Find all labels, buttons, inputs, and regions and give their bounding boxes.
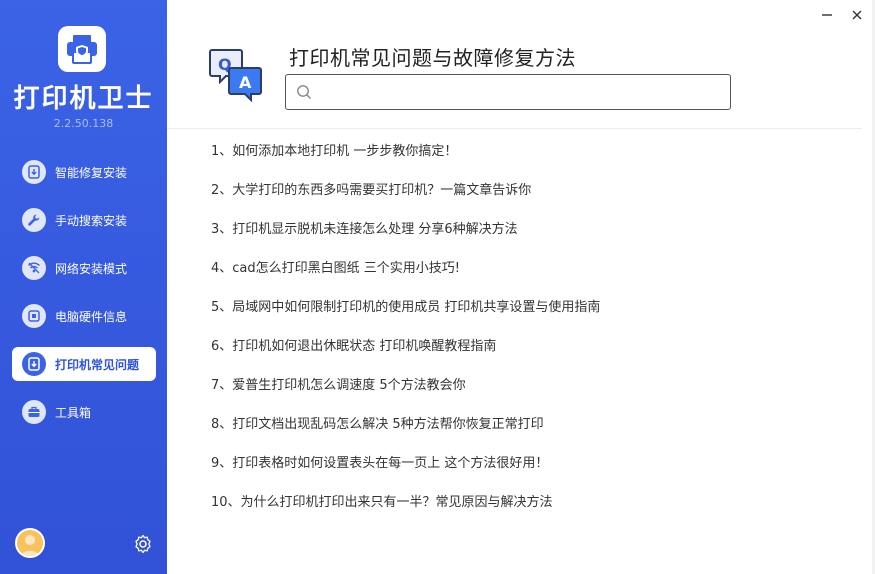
faq-item[interactable]: 8、打印文档出现乱码怎么解决 5种方法帮你恢复正常打印 xyxy=(211,416,851,455)
close-icon xyxy=(852,10,862,20)
sidebar-item-smart-repair[interactable]: 智能修复安装 xyxy=(12,155,156,189)
sidebar: 打印机卫士 2.2.50.138 智能修复安装 手动搜索安装 网络安装模式 电脑… xyxy=(0,0,167,574)
sidebar-item-hardware-info[interactable]: 电脑硬件信息 xyxy=(12,299,156,333)
app-logo xyxy=(58,26,106,72)
faq-item[interactable]: 5、局域网中如何限制打印机的使用成员 打印机共享设置与使用指南 xyxy=(211,299,851,338)
faq-item[interactable]: 9、打印表格时如何设置表头在每一页上 这个方法很好用！ xyxy=(211,455,851,494)
sidebar-item-label: 工具箱 xyxy=(55,405,92,420)
page-title: 打印机常见问题与故障修复方法 xyxy=(289,46,576,70)
sidebar-item-label: 智能修复安装 xyxy=(55,165,128,180)
wifi-icon xyxy=(22,256,46,280)
sidebar-item-printer-faq[interactable]: 打印机常见问题 xyxy=(12,347,156,381)
printer-shield-icon xyxy=(67,35,97,64)
faq-list: 1、如何添加本地打印机 一步步教你搞定！ 2、大学打印的东西多吗需要买打印机？一… xyxy=(211,143,851,533)
svg-text:A: A xyxy=(239,73,252,92)
header-divider xyxy=(167,128,862,129)
download-install-icon xyxy=(22,160,46,184)
sidebar-item-label: 手动搜索安装 xyxy=(55,213,128,228)
gear-icon xyxy=(135,534,151,554)
hardware-icon xyxy=(22,304,46,328)
toolbox-icon xyxy=(22,400,46,424)
sidebar-item-network-install[interactable]: 网络安装模式 xyxy=(12,251,156,285)
faq-item[interactable]: 7、爱普生打印机怎么调速度 5个方法教会你 xyxy=(211,377,851,416)
search-box[interactable] xyxy=(285,74,731,110)
settings-button[interactable] xyxy=(132,533,154,555)
faq-item[interactable]: 3、打印机显示脱机未连接怎么处理 分享6种解决方法 xyxy=(211,221,851,260)
faq-item[interactable]: 2、大学打印的东西多吗需要买打印机？一篇文章告诉你 xyxy=(211,182,851,221)
close-button[interactable] xyxy=(848,6,866,24)
faq-item[interactable]: 4、cad怎么打印黑白图纸 三个实用小技巧! xyxy=(211,260,851,299)
search-icon xyxy=(297,85,311,99)
app-title: 打印机卫士 xyxy=(13,84,154,114)
sidebar-item-label: 打印机常见问题 xyxy=(55,357,140,372)
app-version: 2.2.50.138 xyxy=(53,117,114,130)
search-input[interactable] xyxy=(318,77,730,107)
avatar[interactable] xyxy=(15,528,45,558)
sidebar-item-label: 网络安装模式 xyxy=(55,261,128,276)
qa-icon: Q A xyxy=(209,46,265,104)
faq-item[interactable]: 6、打印机如何退出休眠状态 打印机唤醒教程指南 xyxy=(211,338,851,377)
faq-item[interactable]: 10、为什么打印机打印出来只有一半？常见原因与解决方法 xyxy=(211,494,851,533)
minimize-button[interactable] xyxy=(818,6,836,24)
minimize-icon xyxy=(822,14,832,16)
sidebar-item-manual-search[interactable]: 手动搜索安装 xyxy=(12,203,156,237)
wrench-icon xyxy=(22,208,46,232)
printer-faq-icon xyxy=(22,352,46,376)
sidebar-item-toolbox[interactable]: 工具箱 xyxy=(12,395,156,429)
faq-item[interactable]: 1、如何添加本地打印机 一步步教你搞定！ xyxy=(211,143,851,182)
sidebar-item-label: 电脑硬件信息 xyxy=(55,309,128,324)
